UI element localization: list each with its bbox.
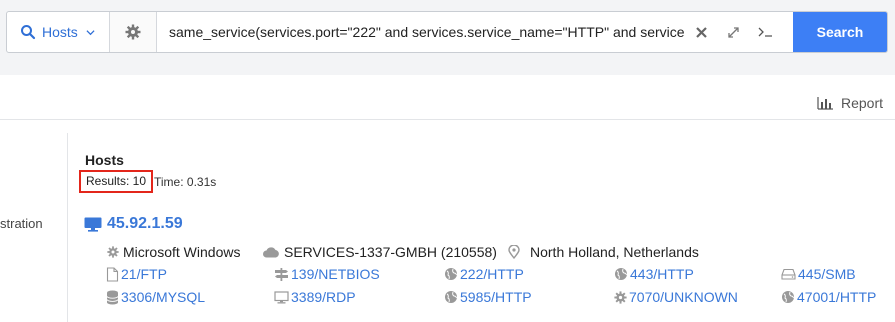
sidebar-item[interactable]: stration [0, 216, 43, 231]
host-location: North Holland, Netherlands [508, 244, 699, 260]
service-link-http-5985[interactable]: 5985/HTTP [444, 289, 532, 305]
search-icon [21, 25, 36, 40]
scope-dropdown[interactable]: Hosts [7, 12, 110, 52]
service-link-ftp[interactable]: 21/FTP [106, 266, 167, 282]
service-link-rdp[interactable]: 3389/RDP [274, 289, 356, 305]
database-icon [106, 290, 119, 304]
query-console-button[interactable] [749, 12, 781, 52]
host-os: Microsoft Windows [107, 244, 240, 260]
gear-icon [614, 290, 627, 304]
file-icon [106, 266, 119, 282]
service-link-http-443[interactable]: 443/HTTP [614, 266, 694, 282]
drive-icon [781, 268, 796, 280]
service-link-unknown[interactable]: 7070/UNKNOWN [614, 289, 738, 305]
query-input[interactable] [157, 12, 685, 52]
terminal-icon [758, 27, 772, 37]
service-link-http-222[interactable]: 222/HTTP [444, 266, 524, 282]
gear-icon [125, 24, 141, 40]
report-button[interactable]: Report [817, 95, 883, 111]
clear-query-button[interactable] [685, 12, 717, 52]
host-asn: SERVICES-1337-GMBH (210558) [262, 244, 497, 260]
host-ip-link[interactable]: 45.92.1.59 [84, 215, 183, 233]
expand-query-button[interactable] [717, 12, 749, 52]
signpost-icon [275, 267, 288, 281]
monitor-icon [84, 217, 102, 232]
host-asn-label: SERVICES-1337-GMBH (210558) [284, 244, 497, 260]
search-bar: Hosts Search [6, 11, 888, 53]
service-link-mysql[interactable]: 3306/MYSQL [106, 289, 205, 305]
sidebar-divider [67, 133, 68, 322]
host-os-label: Microsoft Windows [123, 244, 241, 260]
results-count: Results: 10 [79, 170, 154, 193]
results-title: Hosts [85, 152, 124, 168]
monitor-icon [274, 290, 289, 303]
host-location-label: North Holland, Netherlands [530, 244, 699, 260]
search-button[interactable]: Search [793, 12, 887, 52]
globe-icon [615, 268, 627, 280]
gear-icon [107, 246, 119, 258]
cloud-icon [263, 247, 279, 258]
service-link-netbios[interactable]: 139/NETBIOS [274, 266, 380, 282]
expand-icon [727, 26, 739, 38]
globe-icon [782, 291, 794, 303]
service-link-smb[interactable]: 445/SMB [781, 266, 856, 282]
report-label: Report [840, 95, 883, 111]
search-settings-button[interactable] [110, 12, 157, 52]
host-ip: 45.92.1.59 [107, 215, 183, 232]
divider [0, 119, 895, 120]
close-icon [695, 26, 707, 38]
globe-icon [445, 268, 457, 280]
service-link-http-47001[interactable]: 47001/HTTP [781, 289, 876, 305]
query-time: Time: 0.31s [154, 175, 217, 189]
chevron-down-icon [86, 29, 95, 35]
globe-icon [445, 291, 457, 303]
bar-chart-icon [817, 96, 833, 110]
scope-label: Hosts [42, 24, 78, 40]
map-pin-icon [508, 245, 520, 259]
